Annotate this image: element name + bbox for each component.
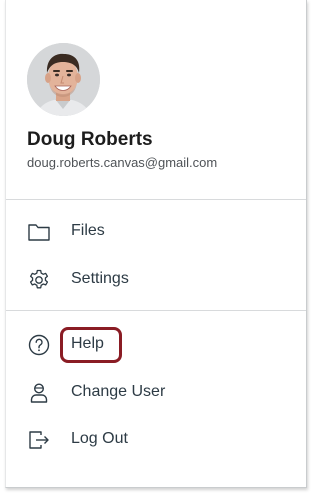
- menu-item-label: Change User: [71, 383, 166, 400]
- menu-item-log-out[interactable]: Log Out: [6, 420, 306, 460]
- logout-icon: [27, 428, 51, 452]
- menu-item-help[interactable]: Help: [6, 325, 306, 365]
- user-photo: [27, 43, 100, 116]
- menu-item-settings[interactable]: Settings: [6, 260, 306, 300]
- user-name: Doug Roberts: [27, 129, 153, 150]
- divider: [6, 310, 306, 311]
- gear-icon: [27, 268, 51, 292]
- folder-icon: [27, 220, 51, 244]
- menu-item-label: Log Out: [71, 430, 128, 447]
- menu-item-label: Files: [71, 222, 105, 239]
- question-circle-icon: [27, 333, 51, 357]
- user-email: doug.roberts.canvas@gmail.com: [27, 155, 218, 170]
- menu-item-files[interactable]: Files: [6, 212, 306, 252]
- change-user-icon: [27, 381, 51, 405]
- avatar[interactable]: [27, 43, 100, 116]
- menu-item-change-user[interactable]: Change User: [6, 373, 306, 413]
- help-highlight-box: [60, 327, 122, 363]
- screenshot-frame: Doug Roberts doug.roberts.canvas@gmail.c…: [0, 0, 314, 494]
- divider: [6, 199, 306, 200]
- menu-item-label: Settings: [71, 270, 129, 287]
- user-menu-panel: Doug Roberts doug.roberts.canvas@gmail.c…: [5, 0, 307, 488]
